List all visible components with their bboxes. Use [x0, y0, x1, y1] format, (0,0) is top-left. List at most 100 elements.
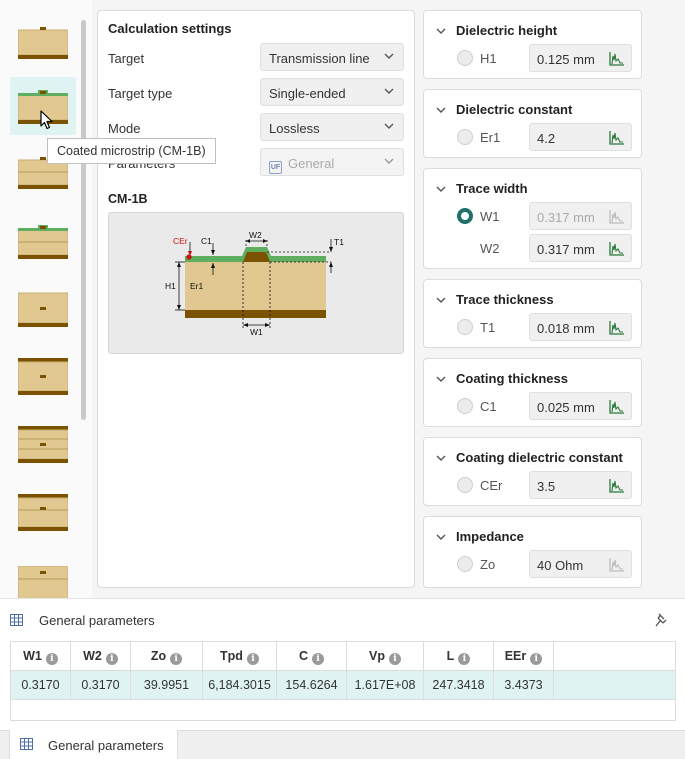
model-thumbnail-5[interactable] — [10, 280, 76, 338]
param-value-input[interactable]: 0.317 mm — [529, 202, 632, 230]
thumbnail-scrollbar[interactable] — [81, 20, 86, 420]
model-title: CM-1B — [108, 192, 148, 206]
info-icon[interactable]: i — [105, 653, 118, 665]
chevron-down-icon — [436, 186, 446, 192]
target-select[interactable]: Transmission line — [260, 43, 404, 71]
tab-label: General parameters — [48, 738, 164, 753]
cell-c: 154.6264 — [277, 671, 347, 700]
param-value: 0.317 mm — [537, 242, 595, 257]
cell-tpd: 6,184.3015 — [203, 671, 277, 700]
diagram-label-c1: C1 — [201, 236, 212, 246]
sweep-chart-icon[interactable] — [609, 557, 625, 572]
column-header-tpd[interactable]: Tpd i — [203, 642, 277, 671]
pin-icon[interactable] — [655, 613, 668, 627]
param-label: Zo — [480, 557, 496, 572]
info-icon[interactable]: i — [388, 653, 401, 665]
sweep-chart-icon[interactable] — [609, 130, 625, 145]
sweep-chart-icon[interactable] — [609, 241, 625, 256]
target-radio[interactable] — [457, 129, 473, 145]
diagram-label-h1: H1 — [165, 281, 176, 291]
model-thumbnail-7[interactable] — [10, 416, 76, 474]
diagram-label-cer: CEr — [173, 236, 188, 246]
sweep-chart-icon[interactable] — [609, 320, 625, 335]
param-value-input[interactable]: 3.5 — [529, 471, 632, 499]
card-header[interactable]: Coating thickness — [436, 371, 568, 386]
sweep-chart-icon[interactable] — [609, 399, 625, 414]
card-title: Dielectric height — [456, 23, 558, 38]
param-value-input[interactable]: 0.125 mm — [529, 44, 632, 72]
column-header-w1[interactable]: W1 i — [11, 642, 71, 671]
model-thumbnail-1[interactable] — [10, 12, 76, 70]
card-impedance: Impedance Zo 40 Ohm — [423, 516, 642, 588]
info-icon[interactable]: i — [246, 653, 259, 665]
target-row: Target Transmission line — [108, 43, 404, 73]
parameters-select[interactable]: UF General — [260, 148, 404, 176]
sweep-chart-icon[interactable] — [609, 209, 625, 224]
param-row-w1: W1 0.317 mm — [457, 202, 632, 230]
param-value: 3.5 — [537, 479, 556, 494]
cell-zo: 39.9951 — [131, 671, 203, 700]
column-header-l[interactable]: Li — [424, 642, 494, 671]
card-dielectric-constant: Dielectric constant Er1 4.2 — [423, 89, 642, 158]
column-header-eer[interactable]: EEr i — [494, 642, 554, 671]
param-row-t1: T1 0.018 mm — [457, 313, 632, 341]
target-radio-selected[interactable] — [457, 208, 473, 224]
table-row[interactable]: 0.3170 0.3170 39.9951 6,184.3015 154.626… — [11, 671, 675, 700]
table-icon — [10, 614, 23, 626]
model-thumbnail-8[interactable] — [10, 484, 76, 542]
info-icon[interactable]: i — [458, 653, 471, 665]
param-value-input[interactable]: 0.025 mm — [529, 392, 632, 420]
model-thumbnail-9[interactable] — [10, 556, 76, 598]
results-panel: General parameters W1 i W2 i Zo i Tpd i Ci V… — [0, 598, 685, 759]
card-title: Coating thickness — [456, 371, 568, 386]
target-radio[interactable] — [457, 398, 473, 414]
model-thumbnail-6[interactable] — [10, 348, 76, 406]
param-value-input[interactable]: 0.317 mm — [529, 234, 632, 262]
info-icon[interactable]: i — [170, 653, 183, 665]
card-header[interactable]: Trace width — [436, 181, 528, 196]
card-header[interactable]: Dielectric height — [436, 23, 557, 38]
column-header-zo[interactable]: Zo i — [131, 642, 203, 671]
param-value: 0.018 mm — [537, 321, 595, 336]
cell-vp: 1.617E+08 — [347, 671, 424, 700]
param-row-h1: H1 0.125 mm — [457, 44, 632, 72]
sweep-chart-icon[interactable] — [609, 478, 625, 493]
target-radio[interactable] — [457, 477, 473, 493]
target-radio[interactable] — [457, 556, 473, 572]
chevron-down-icon — [436, 534, 446, 540]
mode-value: Lossless — [269, 121, 320, 136]
mode-select[interactable]: Lossless — [260, 113, 404, 141]
chevron-down-icon — [436, 107, 446, 113]
column-header-w2[interactable]: W2 i — [71, 642, 131, 671]
info-icon[interactable]: i — [45, 653, 58, 665]
param-value-input[interactable]: 4.2 — [529, 123, 632, 151]
info-icon[interactable]: i — [312, 653, 325, 665]
diagram-label-w1: W1 — [250, 327, 263, 337]
target-radio[interactable] — [457, 50, 473, 66]
info-icon[interactable]: i — [530, 653, 543, 665]
sweep-chart-icon[interactable] — [609, 51, 625, 66]
param-value: 40 Ohm — [537, 558, 584, 573]
chevron-down-icon — [384, 123, 394, 129]
column-header-vp[interactable]: Vp i — [347, 642, 424, 671]
table-icon — [20, 738, 33, 750]
card-header[interactable]: Dielectric constant — [436, 102, 572, 117]
card-header[interactable]: Trace thickness — [436, 292, 554, 307]
target-type-select[interactable]: Single-ended — [260, 78, 404, 106]
model-thumbnail-4[interactable] — [10, 212, 76, 270]
target-radio[interactable] — [457, 319, 473, 335]
column-header-c[interactable]: Ci — [277, 642, 347, 671]
target-value: Transmission line — [269, 51, 370, 66]
param-value-input[interactable]: 40 Ohm — [529, 550, 632, 578]
card-dielectric-height: Dielectric height H1 0.125 mm — [423, 10, 642, 79]
card-header[interactable]: Coating dielectric constant — [436, 450, 623, 465]
param-row-cer: CEr 3.5 — [457, 471, 632, 499]
param-row-w2: W2 0.317 mm — [457, 234, 632, 262]
chevron-down-icon — [436, 455, 446, 461]
cross-section-diagram: CEr C1 W2 T1 H1 Er1 W1 — [108, 212, 404, 354]
tab-general-parameters[interactable]: General parameters — [9, 730, 178, 759]
card-header[interactable]: Impedance — [436, 529, 524, 544]
results-table: W1 i W2 i Zo i Tpd i Ci Vp i Li EEr i 0.3170 0… — [10, 641, 676, 721]
model-thumbnail-strip — [0, 0, 92, 598]
param-value-input[interactable]: 0.018 mm — [529, 313, 632, 341]
